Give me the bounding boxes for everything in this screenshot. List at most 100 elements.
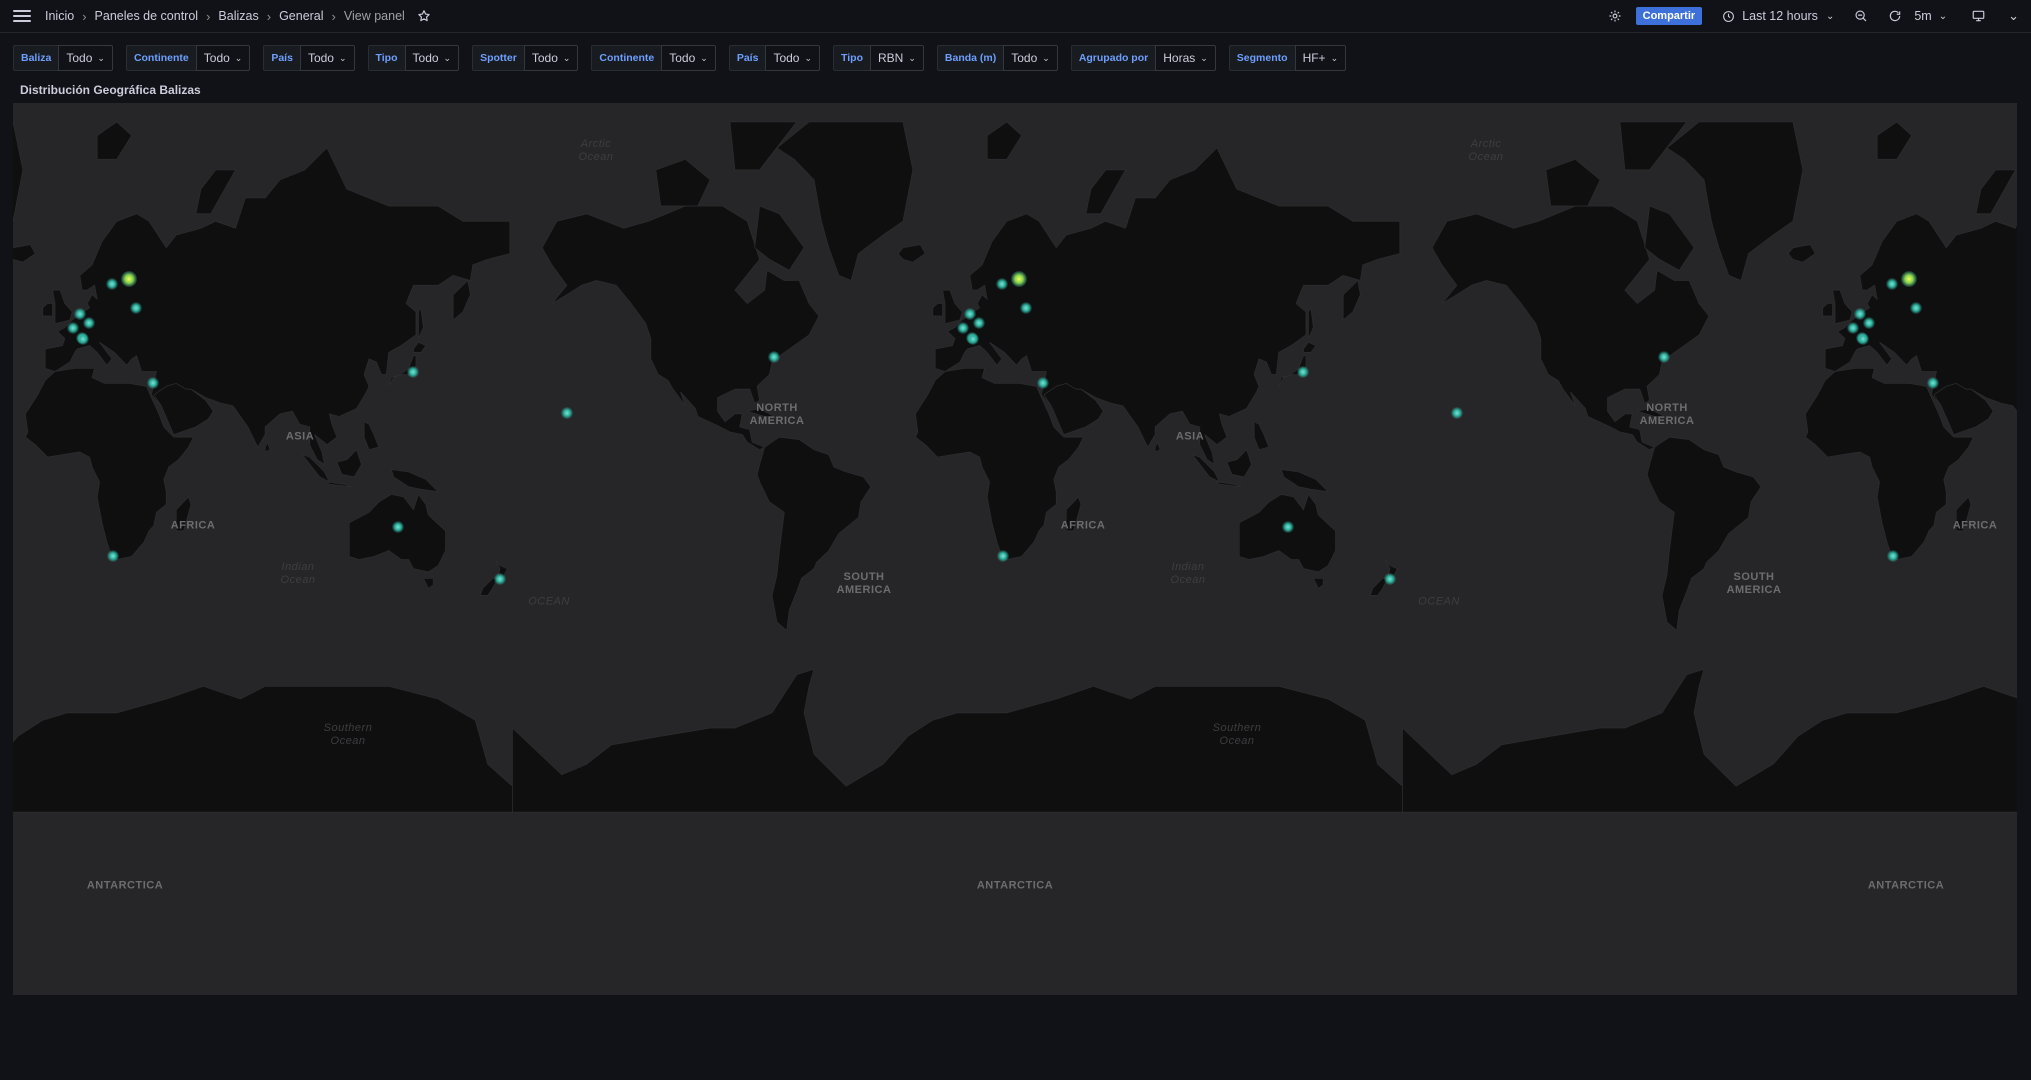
refresh-icon[interactable] [1888, 9, 1902, 23]
variable-select[interactable]: Todo ⌄ [195, 45, 251, 71]
beacon-marker[interactable] [1010, 271, 1027, 288]
beacon-marker[interactable] [1296, 366, 1309, 379]
variable-select[interactable]: RBN ⌄ [870, 45, 924, 71]
beacon-marker[interactable] [82, 317, 95, 330]
breadcrumb-general[interactable]: General [279, 9, 323, 23]
land-hokkaido [1303, 341, 1317, 353]
breadcrumb-paneles[interactable]: Paneles de control [95, 9, 199, 23]
beacon-marker[interactable] [120, 271, 137, 288]
monitor-icon[interactable] [1971, 9, 1986, 23]
land-sumatra [1191, 453, 1221, 483]
beacon-marker[interactable] [768, 350, 781, 363]
variable-select[interactable]: Todo ⌄ [1003, 45, 1058, 71]
time-range-label: Last 12 hours [1742, 9, 1818, 23]
beacon-marker[interactable] [1282, 521, 1295, 534]
beacon-marker[interactable] [493, 573, 506, 586]
map-label-arctic-ocean-2: Arctic Ocean [1468, 138, 1504, 163]
land-philippines [363, 421, 380, 451]
breadcrumb-balizas[interactable]: Balizas [218, 9, 258, 23]
variable-label: Banda (m) [936, 45, 1004, 71]
beacon-marker[interactable] [1847, 322, 1860, 335]
beacon-marker[interactable] [147, 377, 160, 390]
map-label-africa-1: AFRICA [170, 519, 216, 532]
land-novaya [195, 169, 237, 215]
variable-label: Tipo [833, 45, 870, 71]
land-uk [942, 289, 963, 325]
variable-select[interactable]: Todo ⌄ [299, 45, 355, 71]
beacon-marker[interactable] [1383, 573, 1396, 586]
map-label-arctic-ocean-1: Arctic Ocean [578, 138, 614, 163]
beacon-marker[interactable] [1900, 271, 1917, 288]
map-label-southern-ocean-2: Southern Ocean [1212, 722, 1262, 747]
beacon-marker[interactable] [967, 332, 980, 345]
beacon-marker[interactable] [406, 366, 419, 379]
variable-label: Tipo [367, 45, 405, 71]
variable-select[interactable]: Todo ⌄ [523, 45, 579, 71]
breadcrumb-separator-icon: › [266, 8, 272, 24]
beacon-marker[interactable] [1862, 317, 1875, 330]
beacon-marker[interactable] [129, 302, 142, 315]
land-iceland [1787, 244, 1816, 263]
variable-1: Continente Todo ⌄ [125, 45, 251, 71]
land-southAmerica [756, 436, 872, 632]
chevron-down-icon: ⌄ [908, 53, 916, 63]
land-tasmania [422, 577, 434, 589]
chevron-down-icon: ⌄ [1825, 10, 1835, 22]
geomap[interactable]: ASIA ASIA AFRICA AFRICA AFRICA NORTH AME… [13, 103, 2017, 995]
chevron-down-icon: ⌄ [338, 53, 347, 63]
land-sumatra [301, 453, 331, 483]
zoom-out-icon[interactable] [1854, 9, 1868, 23]
beacon-marker[interactable] [77, 332, 90, 345]
beacon-marker[interactable] [392, 521, 405, 534]
variable-label: Continente [125, 45, 196, 71]
beacon-marker[interactable] [1451, 407, 1464, 420]
variable-select[interactable]: Todo ⌄ [661, 45, 716, 71]
land-baffin [754, 205, 805, 271]
map-label-indian-ocean-2: Indian Ocean [1170, 561, 1206, 586]
beacon-marker[interactable] [1857, 332, 1870, 345]
variable-value: Todo [307, 51, 334, 65]
beacon-marker[interactable] [1019, 302, 1032, 315]
chevron-down-icon: ⌄ [234, 53, 243, 63]
variable-select[interactable]: Horas ⌄ [1155, 45, 1216, 71]
land-newGuinea [1280, 469, 1330, 493]
breadcrumb-inicio[interactable]: Inicio [45, 9, 74, 23]
beacon-marker[interactable] [1886, 550, 1899, 563]
land-hokkaido [413, 341, 427, 353]
beacon-marker[interactable] [1927, 377, 1940, 390]
beacon-marker[interactable] [1886, 277, 1899, 290]
variable-select[interactable]: HF+ ⌄ [1294, 45, 1347, 71]
share-button[interactable]: Compartir [1635, 7, 1703, 25]
beacon-marker[interactable] [957, 322, 970, 335]
variable-label: País [263, 45, 300, 71]
variable-3: Tipo Todo ⌄ [367, 45, 460, 71]
variable-select[interactable]: Todo ⌄ [765, 45, 821, 71]
time-range-picker[interactable]: Last 12 hours ⌄ [1722, 9, 1834, 23]
chevron-down-icon: ⌄ [97, 53, 105, 63]
beacon-marker[interactable] [67, 322, 80, 335]
land-iceland [897, 244, 926, 263]
map-label-south-america-1: SOUTH AMERICA [836, 571, 892, 596]
star-icon[interactable] [417, 9, 431, 23]
refresh-picker[interactable]: 5m ⌄ [1888, 9, 1947, 23]
menu-icon[interactable] [13, 10, 31, 22]
beacon-marker[interactable] [561, 407, 574, 420]
beacon-marker[interactable] [1909, 302, 1922, 315]
breadcrumb: Inicio › Paneles de control › Balizas › … [45, 9, 405, 24]
gear-icon[interactable] [1608, 9, 1622, 23]
beacon-marker[interactable] [996, 277, 1009, 290]
beacon-marker[interactable] [972, 317, 985, 330]
beacon-marker[interactable] [1658, 350, 1671, 363]
variable-select[interactable]: Todo ⌄ [58, 45, 113, 71]
beacon-marker[interactable] [996, 550, 1009, 563]
beacon-marker[interactable] [106, 550, 119, 563]
chevron-down-icon: ⌄ [1200, 53, 1208, 63]
variable-select[interactable]: Todo ⌄ [404, 45, 460, 71]
land-kamchatka [452, 279, 471, 321]
beacon-marker[interactable] [106, 277, 119, 290]
map-label-indian-ocean-1: Indian Ocean [280, 561, 316, 586]
variable-value: RBN [878, 51, 904, 65]
land-svalbard [986, 121, 1023, 160]
chevron-down-icon[interactable]: ⌄ [2008, 8, 2019, 24]
beacon-marker[interactable] [1037, 377, 1050, 390]
